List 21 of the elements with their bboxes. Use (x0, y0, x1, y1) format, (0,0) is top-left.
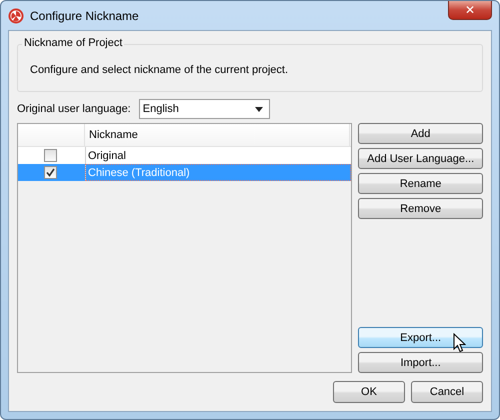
checkbox[interactable] (44, 166, 57, 179)
side-button[interactable]: Export... (358, 327, 483, 348)
window-title: Configure Nickname (30, 8, 139, 22)
dialog-button[interactable]: OK (333, 381, 405, 403)
close-button[interactable]: ✕ (448, 1, 492, 20)
language-dropdown[interactable]: English (138, 99, 270, 119)
side-button[interactable]: Add User Language... (358, 148, 483, 169)
side-button[interactable]: Import... (358, 352, 483, 373)
app-logo-icon (8, 8, 24, 24)
group-title: Nickname of Project (22, 37, 124, 49)
checkbox[interactable] (44, 149, 57, 162)
table-row[interactable]: Original (18, 147, 352, 164)
side-button[interactable]: Add (358, 123, 483, 144)
nickname-cell: Chinese (Traditional) (85, 164, 352, 181)
dropdown-arrow-icon (254, 106, 263, 112)
side-button[interactable]: Rename (358, 173, 483, 194)
dialog-button[interactable]: Cancel (411, 381, 483, 403)
language-label: Original user language: (17, 103, 131, 115)
description-text: Configure and select nickname of the current project. (30, 64, 288, 76)
mouse-pointer-icon (453, 333, 466, 353)
side-button[interactable]: Remove (358, 198, 483, 219)
